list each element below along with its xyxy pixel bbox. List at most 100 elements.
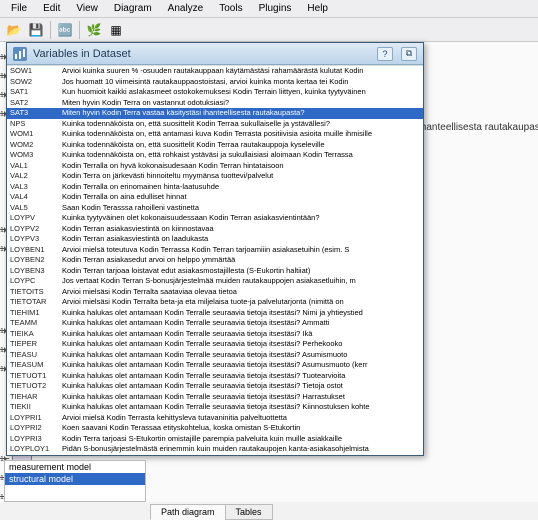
variable-row[interactable]: TIETOITSArvioi mielsäsi Kodin Terralta s… [7, 287, 423, 298]
variable-row[interactable]: TIETOTARArvioi mielsäsi Kodin Terralta b… [7, 297, 423, 308]
variables-list[interactable]: SOW1Arvioi kuinka suuren % -osuuden raut… [7, 65, 423, 455]
variable-name: TIETOTAR [7, 297, 59, 308]
variable-row[interactable]: SAT3Miten hyvin Kodin Terra vastaa käsit… [7, 108, 423, 119]
variable-label: Miten hyvin Kodin Terra vastaa käsitystä… [59, 108, 423, 119]
grid-icon[interactable]: ▦ [106, 20, 126, 40]
save-icon[interactable]: 💾 [26, 20, 46, 40]
variable-label: Koen saavani Kodin Terassaa etityskohtel… [59, 423, 423, 434]
variable-label: Kodin Terralla on erinomainen hinta-laat… [59, 182, 423, 193]
variable-row[interactable]: VAL3Kodin Terralla on erinomainen hinta-… [7, 182, 423, 193]
variable-name: TIEPER [7, 339, 59, 350]
variable-label: Kodin Terran asiakasedut arvoi on helppo… [59, 255, 423, 266]
style-icon[interactable]: 🔤 [55, 20, 75, 40]
variable-row[interactable]: TEAMMKuinka halukas olet antamaan Kodin … [7, 318, 423, 329]
variable-label: Kuinka halukas olet antamaan Kodin Terra… [59, 318, 423, 329]
variable-row[interactable]: LOYPRI2Koen saavani Kodin Terassaa etity… [7, 423, 423, 434]
variable-row[interactable]: WOM2Kuinka todennäköista on, että suosit… [7, 140, 423, 151]
variable-row[interactable]: VAL4Kodin Terralla on aina edulliset hin… [7, 192, 423, 203]
variable-name: VAL2 [7, 171, 59, 182]
variable-row[interactable]: TIEASUMKuinka halukas olet antamaan Kodi… [7, 360, 423, 371]
variable-label: Kuinka halukas olet antamaan Kodin Terra… [59, 392, 423, 403]
variable-name: TIETOITS [7, 287, 59, 298]
variable-row[interactable]: WOM3Kuinka todennäköista on, että rohkai… [7, 150, 423, 161]
variable-name: LOYPV [7, 213, 59, 224]
variable-row[interactable]: TIETUOT1Kuinka halukas olet antamaan Kod… [7, 371, 423, 382]
variable-label: Kuinka halukas olet antamaan Kodin Terra… [59, 381, 423, 392]
variable-row[interactable]: LOYBEN1Arvioi mielsä toteutuva Kodin Ter… [7, 245, 423, 256]
variable-name: LOYBEN1 [7, 245, 59, 256]
variable-row[interactable]: SOW2Jos huomatt 10 viimeisintä rautakaup… [7, 77, 423, 88]
variable-row[interactable]: TIEKIIKuinka halukas olet antamaan Kodin… [7, 402, 423, 413]
model-item[interactable]: structural model [5, 473, 145, 485]
variable-name: VAL5 [7, 203, 59, 214]
dialog-titlebar[interactable]: Variables in Dataset ? ⧉ [7, 43, 423, 65]
variable-name: LOYPV2 [7, 224, 59, 235]
tab-tables[interactable]: Tables [225, 504, 273, 520]
variable-label: Arvioi kuinka suuren % -osuuden rautakau… [59, 66, 423, 77]
variable-name: LOYPV3 [7, 234, 59, 245]
model-list[interactable]: measurement modelstructural model [4, 460, 146, 502]
menu-file[interactable]: File [4, 1, 34, 16]
variable-row[interactable]: LOYBEN2Kodin Terran asiakasedut arvoi on… [7, 255, 423, 266]
variable-label: Kuinka todennäköista on, että antamasi k… [59, 129, 423, 140]
variable-row[interactable]: LOYBEN3Kodin Terran tarjoaa loistavat ed… [7, 266, 423, 277]
variable-row[interactable]: TIEASUKuinka halukas olet antamaan Kodin… [7, 350, 423, 361]
menu-tools[interactable]: Tools [212, 1, 249, 16]
menu-edit[interactable]: Edit [36, 1, 67, 16]
tree-icon[interactable]: 🌿 [84, 20, 104, 40]
variable-row[interactable]: LOYPVKuinka tyytyväinen olet kokonaisuud… [7, 213, 423, 224]
variable-label: Jos vertaat Kodin Terran S-bonusjärjeste… [59, 276, 423, 287]
variable-row[interactable]: SAT2Miten hyvin Kodin Terra on vastannut… [7, 98, 423, 109]
variable-row[interactable]: TIEPERKuinka halukas olet antamaan Kodin… [7, 339, 423, 350]
variable-name: LOYPC [7, 276, 59, 287]
variable-row[interactable]: TIEIKAKuinka halukas olet antamaan Kodin… [7, 329, 423, 340]
variable-label: Kuinka halukas olet antamaan Kodin Terra… [59, 329, 423, 340]
menu-analyze[interactable]: Analyze [161, 1, 211, 16]
variable-row[interactable]: SOW1Arvioi kuinka suuren % -osuuden raut… [7, 66, 423, 77]
menu-diagram[interactable]: Diagram [107, 1, 159, 16]
variable-label: Kuinka halukas olet antamaan Kodin Terra… [59, 339, 423, 350]
variable-name: WOM1 [7, 129, 59, 140]
variable-row[interactable]: LOYPCJos vertaat Kodin Terran S-bonusjär… [7, 276, 423, 287]
menu-plugins[interactable]: Plugins [252, 1, 299, 16]
variable-row[interactable]: TIEHIM1Kuinka halukas olet antamaan Kodi… [7, 308, 423, 319]
variable-row[interactable]: LOYPV3Kodin Terran asiakasviestintä on l… [7, 234, 423, 245]
variable-row[interactable]: VAL5Saan Kodin Terasssa rahoilleni vasti… [7, 203, 423, 214]
variable-name: LOYBEN3 [7, 266, 59, 277]
open-icon[interactable]: 📂 [4, 20, 24, 40]
variable-label: Kodin Terra on järkevästi hinnoiteltu my… [59, 171, 423, 182]
variable-name: VAL1 [7, 161, 59, 172]
menubar: FileEditViewDiagramAnalyzeToolsPluginsHe… [0, 0, 538, 18]
variable-name: TIETUOT2 [7, 381, 59, 392]
tab-path-diagram[interactable]: Path diagram [150, 504, 226, 520]
menu-help[interactable]: Help [300, 1, 335, 16]
dialog-help-button[interactable]: ? [377, 47, 393, 61]
variable-row[interactable]: SAT1Kun huomioit kaikki asIakasmeet osto… [7, 87, 423, 98]
menu-view[interactable]: View [69, 1, 105, 16]
variable-row[interactable]: LOYPRI1Arvioi mielsä Kodin Terrasta kehi… [7, 413, 423, 424]
variable-name: TEAMM [7, 318, 59, 329]
model-item[interactable]: measurement model [5, 461, 145, 473]
variable-name: LOYPRI2 [7, 423, 59, 434]
dialog-restore-button[interactable]: ⧉ [401, 47, 417, 61]
variable-row[interactable]: NPSKuinka todennäköista on, että suositt… [7, 119, 423, 130]
variable-label: Kun huomioit kaikki asIakasmeet ostokoke… [59, 87, 423, 98]
variable-name: TIETUOT1 [7, 371, 59, 382]
variable-name: LOYPLOY2 [7, 455, 59, 456]
variable-name: WOM2 [7, 140, 59, 151]
variable-row[interactable]: VAL2Kodin Terra on järkevästi hinnoitelt… [7, 171, 423, 182]
variable-row[interactable]: LOYPRI3Kodin Terra tarjoasi S-Etukortin … [7, 434, 423, 445]
variable-label: S-bonus on paremp kuin muut kanta-asiaka… [59, 455, 423, 456]
variable-label: Arvioi mielsä toteutuva Kodin Terrassa K… [59, 245, 423, 256]
variable-row[interactable]: TIETUOT2Kuinka halukas olet antamaan Kod… [7, 381, 423, 392]
variable-label: Arvioi mielsä Kodin Terrasta kehittyslev… [59, 413, 423, 424]
variable-row[interactable]: LOYPV2Kodin Terran asiakasviestintä on k… [7, 224, 423, 235]
variable-row[interactable]: LOYPLOY1Pidän S-bonusjärjestelmästä erin… [7, 444, 423, 455]
variable-row[interactable]: LOYPLOY2S-bonus on paremp kuin muut kant… [7, 455, 423, 456]
variable-label: Kodin Terran tarjoaa loistavat edut asia… [59, 266, 423, 277]
variable-row[interactable]: TIEHARKuinka halukas olet antamaan Kodin… [7, 392, 423, 403]
variable-row[interactable]: WOM1Kuinka todennäköista on, että antama… [7, 129, 423, 140]
variable-name: VAL4 [7, 192, 59, 203]
variable-row[interactable]: VAL1Kodin Terralla on hyvä kokonaisudesa… [7, 161, 423, 172]
variable-name: LOYPRI1 [7, 413, 59, 424]
